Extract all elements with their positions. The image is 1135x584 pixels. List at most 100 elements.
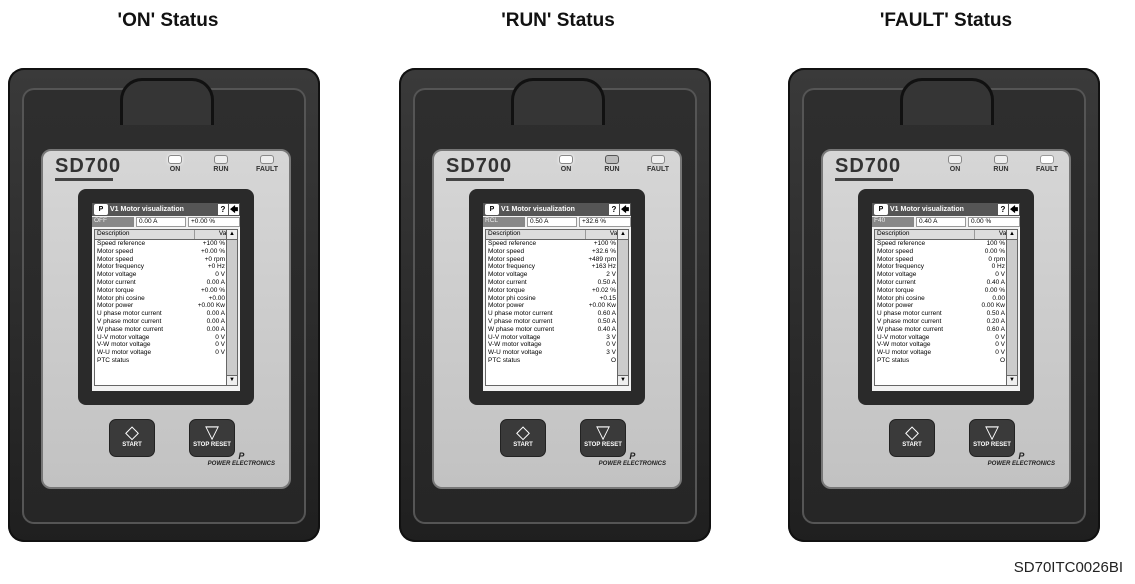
table-row[interactable]: Motor power +0.00 Kw xyxy=(486,302,618,310)
table-row[interactable]: Speed reference +100 % xyxy=(486,240,618,248)
keypad-device: SD700 ON RUN FAULT P V1 Motor visualization? 🡄… xyxy=(788,68,1100,542)
table-row[interactable]: U phase motor current 0.60 A xyxy=(486,310,618,318)
table-row[interactable]: Motor voltage 2 V xyxy=(486,271,618,279)
table-row[interactable]: Motor torque +0.02 % xyxy=(486,287,618,295)
led-label: RUN xyxy=(604,166,620,173)
device-top-clip xyxy=(511,78,605,125)
table-row[interactable]: Motor power +0.00 Kw xyxy=(95,302,227,310)
scroll-down-button[interactable]: ▼ xyxy=(1007,375,1017,385)
help-button[interactable]: ? xyxy=(609,204,619,215)
start-button[interactable]: ◇ START xyxy=(109,419,155,457)
table-row[interactable]: Motor speed +0 rpm xyxy=(95,256,227,264)
screen-bezel: P V1 Motor visualization? 🡄 OFF 0.00 A +0.00 … xyxy=(78,189,254,405)
scrollbar[interactable]: ▲ ▼ xyxy=(617,230,628,385)
led-lamp-icon xyxy=(605,155,619,164)
table-row[interactable]: Motor speed +489 rpm xyxy=(486,256,618,264)
logo-underline xyxy=(835,178,893,181)
table-row[interactable]: W phase motor current 0.60 A xyxy=(875,326,1007,334)
scrollbar[interactable]: ▲ ▼ xyxy=(1006,230,1017,385)
table-row[interactable]: U-V motor voltage 0 V xyxy=(95,334,227,342)
table-row[interactable]: PTC status O xyxy=(875,357,1007,365)
status-row: RCL 0.50 A +32.6 % xyxy=(483,217,631,227)
table-row[interactable]: Motor frequency 0 Hz xyxy=(875,263,1007,271)
manufacturer-logo: P POWER ELECTRONICS xyxy=(208,451,275,467)
table-row[interactable]: U-V motor voltage 3 V xyxy=(486,334,618,342)
table-row[interactable]: Motor phi cosine +0.00 xyxy=(95,295,227,303)
scroll-down-button[interactable]: ▼ xyxy=(227,375,237,385)
table-row[interactable]: Motor current 0.40 A xyxy=(875,279,1007,287)
table-row[interactable]: Motor speed 0 rpm xyxy=(875,256,1007,264)
row-value: 0.40 A xyxy=(986,278,1005,286)
table-row[interactable]: W phase motor current 0.00 A xyxy=(95,326,227,334)
table-row[interactable]: Motor phi cosine 0.00 xyxy=(875,295,1007,303)
panel-title: 'ON' Status xyxy=(117,10,219,31)
table-row[interactable]: Motor voltage 0 V xyxy=(95,271,227,279)
table-row[interactable]: V-W motor voltage 0 V xyxy=(486,341,618,349)
row-description: Motor power xyxy=(877,302,914,310)
row-value: 0.60 A xyxy=(597,310,616,318)
table-row[interactable]: W-U motor voltage 0 V xyxy=(875,349,1007,357)
row-description: Motor speed xyxy=(877,255,914,263)
start-icon: ◇ xyxy=(516,422,530,442)
row-value: 0.50 A xyxy=(986,310,1005,318)
scroll-down-button[interactable]: ▼ xyxy=(618,375,628,385)
table-row[interactable]: U phase motor current 0.50 A xyxy=(875,310,1007,318)
table-row[interactable]: V phase motor current 0.00 A xyxy=(95,318,227,326)
row-description: U-V motor voltage xyxy=(97,333,150,341)
table-row[interactable]: PTC status xyxy=(95,357,227,365)
table-row[interactable]: Motor frequency +0 Hz xyxy=(95,263,227,271)
row-value: 0.40 A xyxy=(597,325,616,333)
table-row[interactable]: W-U motor voltage 0 V xyxy=(95,349,227,357)
table-row[interactable]: W phase motor current 0.40 A xyxy=(486,326,618,334)
led-lamp-icon xyxy=(948,155,962,164)
led-on: ON xyxy=(159,155,191,173)
row-value: +489 rpm xyxy=(588,255,616,263)
header-description: Description xyxy=(488,230,521,237)
table-row[interactable]: Motor voltage 0 V xyxy=(875,271,1007,279)
led-run: RUN xyxy=(596,155,628,173)
table-row[interactable]: Motor torque +0.00 % xyxy=(95,287,227,295)
table-row[interactable]: Motor speed +32.6 % xyxy=(486,248,618,256)
table-row[interactable]: Motor current 0.00 A xyxy=(95,279,227,287)
scroll-up-button[interactable]: ▲ xyxy=(227,230,237,240)
table-row[interactable]: PTC status O xyxy=(486,357,618,365)
row-value: 0.00 % xyxy=(984,286,1005,294)
scrollbar[interactable]: ▲ ▼ xyxy=(226,230,237,385)
back-button[interactable]: 🡄 xyxy=(229,204,239,215)
back-button[interactable]: 🡄 xyxy=(620,204,630,215)
keypad-device: SD700 ON RUN FAULT P V1 Motor visualization? 🡄… xyxy=(399,68,711,542)
table-row[interactable]: V phase motor current 0.50 A xyxy=(486,318,618,326)
table-row[interactable]: U phase motor current 0.00 A xyxy=(95,310,227,318)
scroll-up-button[interactable]: ▲ xyxy=(618,230,628,240)
table-row[interactable]: U-V motor voltage 0 V xyxy=(875,334,1007,342)
screen-title-bar: P V1 Motor visualization? 🡄 xyxy=(483,203,631,216)
help-button[interactable]: ? xyxy=(998,204,1008,215)
table-row[interactable]: V-W motor voltage 0 V xyxy=(95,341,227,349)
led-fault: FAULT xyxy=(251,155,283,173)
row-value: 0 V xyxy=(995,333,1005,341)
help-button[interactable]: ? xyxy=(218,204,228,215)
row-description: Motor phi cosine xyxy=(877,294,925,302)
table-row[interactable]: Motor current 0.50 A xyxy=(486,279,618,287)
table-row[interactable]: Motor power 0.00 Kw xyxy=(875,302,1007,310)
table-row[interactable]: W-U motor voltage 3 V xyxy=(486,349,618,357)
led-label: FAULT xyxy=(1035,166,1059,173)
table-row[interactable]: V-W motor voltage 0 V xyxy=(875,341,1007,349)
scroll-up-button[interactable]: ▲ xyxy=(1007,230,1017,240)
row-description: Motor voltage xyxy=(488,271,528,279)
row-description: Motor current xyxy=(488,278,527,286)
table-row[interactable]: Speed reference 100 % xyxy=(875,240,1007,248)
table-row[interactable]: Motor phi cosine +0.15 xyxy=(486,295,618,303)
back-button[interactable]: 🡄 xyxy=(1009,204,1019,215)
table-row[interactable]: V phase motor current 0.20 A xyxy=(875,318,1007,326)
table-row[interactable]: Speed reference +100 % xyxy=(95,240,227,248)
table-row[interactable]: Motor speed 0.00 % xyxy=(875,248,1007,256)
table-row[interactable]: Motor speed +0.00 % xyxy=(95,248,227,256)
start-button[interactable]: ◇ START xyxy=(889,419,935,457)
table-row[interactable]: Motor frequency +163 Hz xyxy=(486,263,618,271)
led-label: ON xyxy=(560,166,572,173)
row-value: 0.00 xyxy=(992,294,1005,302)
table-row[interactable]: Motor torque 0.00 % xyxy=(875,287,1007,295)
row-description: W-U motor voltage xyxy=(488,349,543,357)
start-button[interactable]: ◇ START xyxy=(500,419,546,457)
